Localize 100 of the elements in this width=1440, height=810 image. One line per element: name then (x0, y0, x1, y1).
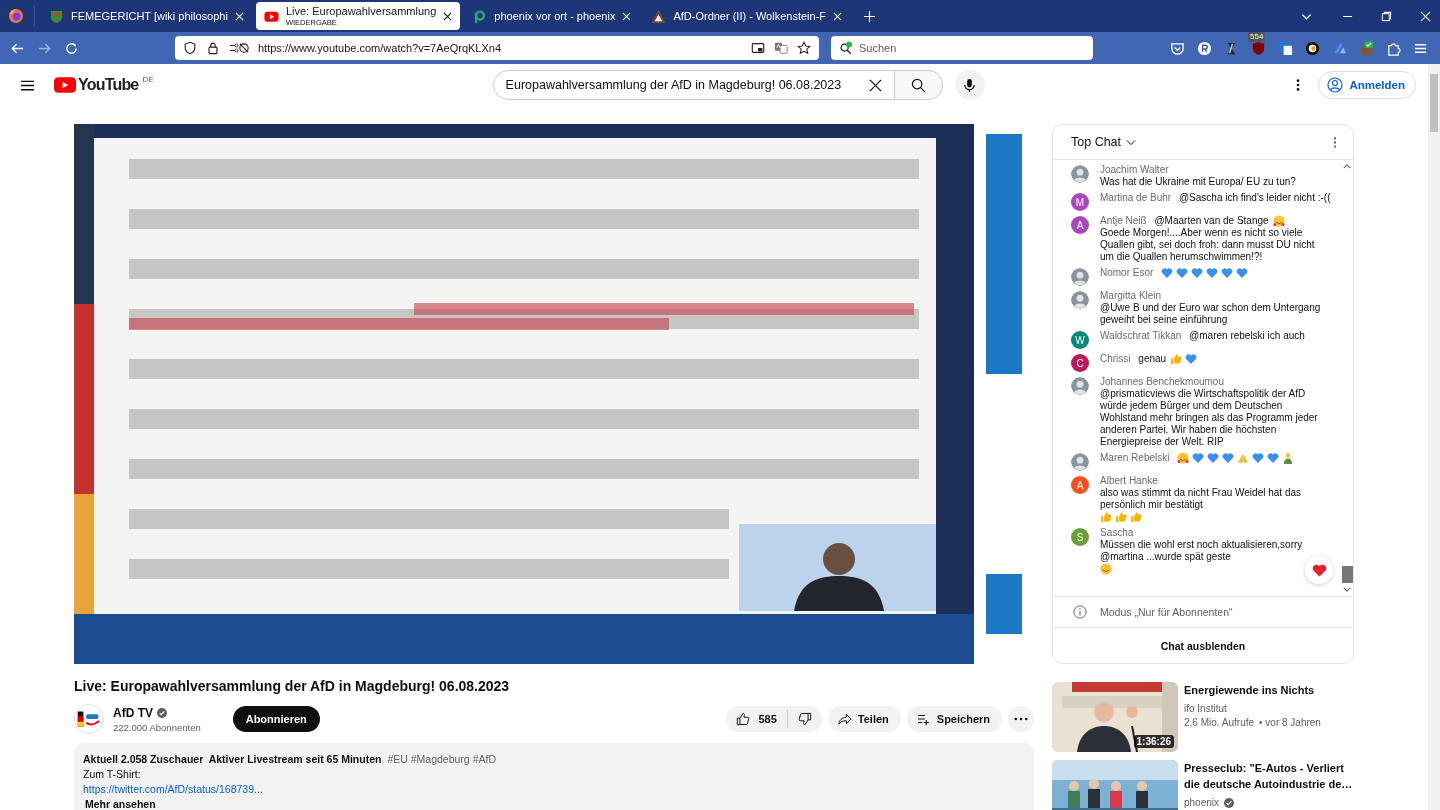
search-button[interactable] (894, 70, 943, 100)
reaction-button[interactable] (1305, 556, 1333, 584)
channel-avatar-icon[interactable] (74, 704, 104, 734)
chat-author: Chrissi (1100, 353, 1131, 365)
search-icon (839, 41, 853, 55)
site-logo[interactable]: YouTube (78, 75, 139, 95)
user-avatar: A (1071, 216, 1089, 234)
hide-chat-button[interactable]: Chat ausblenden (1053, 628, 1353, 663)
close-icon[interactable] (443, 11, 453, 21)
chevron-down-icon (1126, 138, 1137, 146)
browser-search-field[interactable]: Suchen (831, 36, 1093, 60)
thumbs-up-icon (1115, 511, 1127, 523)
tab-title: Live: Europawahlversammlung (285, 5, 437, 18)
translate-icon[interactable] (1278, 40, 1293, 56)
chat-author: Sascha (1100, 527, 1134, 539)
scrollbar-thumb[interactable] (1430, 74, 1438, 132)
picture-in-picture-icon[interactable] (751, 41, 765, 55)
emoji-icon (1100, 563, 1112, 575)
chat-author: Margitta Klein (1100, 290, 1162, 302)
info-icon (1073, 605, 1087, 619)
view-count: 2,6 Mio. Aufrufe (1184, 717, 1255, 728)
chat-message: Was hat die Ukraine mit Europa/ EU zu tun? (1100, 176, 1296, 188)
tab-title: AfD-Ordner (II) - Wolkenstein-F (673, 9, 826, 23)
video-duration: 1:36:26 (1133, 735, 1174, 748)
puzzle-icon[interactable] (1386, 40, 1401, 56)
more-icon[interactable] (1333, 135, 1337, 149)
chat-message: @prismaticviews die Wirtschaftspolitik der AfD würde jedem Bürger und dem Deutschen Wohlstand mehr bringen als das Programm jeder anderen Partei. Wir haben die höchsten Energiepreise der Welt. RIP (1100, 388, 1319, 448)
video-title: Live: Europawahlversammlung der AfD in Magdeburg! 06.08.2023 (74, 677, 511, 695)
scroll-down-icon[interactable] (1343, 587, 1351, 592)
chat-author: Johannes Benchekmoumou (1100, 376, 1224, 388)
share-arrow-icon (837, 712, 852, 726)
chat-author: Nomor Esor (1100, 267, 1154, 279)
extension-icon[interactable] (1305, 40, 1320, 56)
more-icon[interactable] (1296, 78, 1301, 92)
share-button[interactable]: Teilen (827, 706, 901, 732)
reload-icon[interactable] (64, 40, 79, 56)
figure-icon (1282, 452, 1295, 464)
chat-message: @Sascha ich find's leider nicht :-(( (1178, 192, 1331, 204)
browser-logo-icon[interactable] (8, 8, 24, 24)
voice-search-button[interactable] (954, 70, 985, 100)
video-title[interactable]: Presseclub: "E-Autos - Verliert die deutsche Autoindustrie de… (1184, 760, 1354, 792)
address-bar[interactable]: https://www.youtube.com/watch?v=7AeQrqKLXn4 (175, 36, 819, 60)
thumbs-down-icon (797, 712, 812, 726)
new-tab-icon[interactable] (864, 10, 875, 22)
permissions-icon[interactable] (229, 41, 249, 55)
thumbs-up-icon (1130, 511, 1142, 523)
scrollbar-thumb[interactable] (1341, 566, 1353, 583)
channel-name[interactable]: phoenix (1184, 797, 1220, 808)
avatar-icon (1071, 165, 1089, 183)
chat-message: also was stimmt da nicht Frau Weidel hat das persönlich mir bestätigt (1100, 487, 1302, 511)
avatar-icon (1071, 377, 1089, 395)
shield-crest-icon (49, 8, 64, 24)
shield-icon[interactable] (183, 41, 197, 55)
chat-mode-selector[interactable]: Top Chat (1071, 135, 1137, 149)
add-to-list-icon (916, 712, 931, 726)
search-icon (910, 77, 926, 93)
tab-title: FEMEGERICHT [wiki philosophi (71, 9, 228, 23)
video-title[interactable]: Energiewende ins Nichts (1184, 682, 1321, 698)
avatar-icon (1071, 453, 1089, 471)
clear-icon[interactable] (868, 78, 882, 92)
more-button[interactable] (1008, 706, 1034, 732)
emoji-icon (1272, 215, 1285, 227)
chat-message: @Uwe B und der Euro war schon dem Untergang geweiht bei seine einführung (1100, 302, 1322, 326)
show-more-link[interactable]: Mehr ansehen (85, 797, 156, 810)
chat-author: Waldschrat Tikkan (1100, 330, 1182, 342)
translate-icon[interactable] (774, 41, 788, 55)
upload-age: • vor 8 Jahren (1259, 717, 1321, 728)
chat-author: Martina de Buhr (1100, 192, 1172, 204)
avatar-icon (1071, 291, 1089, 309)
subscribe-button[interactable]: Abonnieren (232, 706, 320, 732)
tab-title: phoenix vor ort - phoenix (494, 9, 616, 23)
chat-message: Müssen die wohl erst noch aktualisieren,sorry @martina ...wurde spät geste (1100, 539, 1304, 563)
description-link[interactable]: https://twitter.com/AfD/status/168739... (83, 782, 263, 797)
browser-tab[interactable]: AfD-Ordner (II) - Wolkenstein-F (643, 2, 850, 30)
view-stats: Aktuell 2.058 Zuschauer Aktiver Livestream seit 65 Minuten (83, 752, 382, 767)
site-icon (472, 8, 488, 24)
extension-icon[interactable] (1197, 40, 1212, 56)
channel-name[interactable]: AfD TV (113, 705, 153, 720)
browser-tab[interactable]: phoenix vor ort - phoenix (464, 2, 640, 30)
hashtags[interactable]: #EU #Magdeburg #AfD (387, 752, 496, 767)
channel-name[interactable]: ifo Institut (1184, 703, 1227, 714)
save-button[interactable]: Speichern (906, 706, 1002, 732)
chat-author: Albert Hanke (1100, 475, 1158, 487)
play-logo-icon[interactable] (54, 77, 76, 93)
pocket-icon[interactable] (1170, 40, 1185, 56)
lock-icon[interactable] (206, 41, 220, 55)
chat-message: @maren rebelski ich auch (1189, 330, 1305, 342)
scroll-up-icon[interactable] (1343, 164, 1351, 169)
star-icon[interactable] (797, 41, 811, 55)
subscriber-count: 222.000 Abonnenten (113, 721, 201, 733)
thumbs-up-icon (1100, 511, 1112, 523)
restore-icon[interactable] (1381, 10, 1392, 22)
chat-author: Antje Neiß (1100, 215, 1147, 227)
sign-in-button[interactable]: Anmelden (1318, 71, 1416, 99)
browser-tab[interactable]: FEMEGERICHT [wiki philosophi (41, 2, 252, 30)
chat-mode-notice: Modus „Nur für Abonnenten“ (1100, 606, 1233, 618)
like-button[interactable]: 585 (726, 706, 787, 732)
avatar-icon (1071, 268, 1089, 286)
praying-hands-icon (1237, 452, 1250, 464)
user-avatar: A (1071, 476, 1089, 494)
